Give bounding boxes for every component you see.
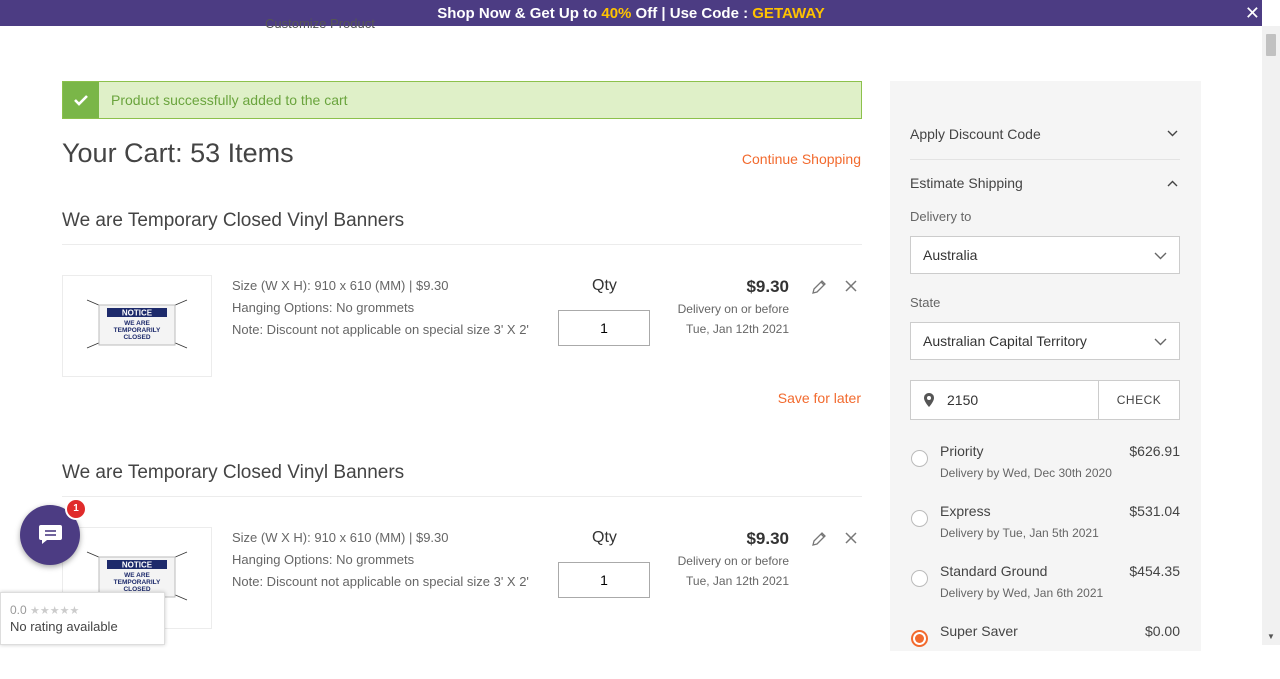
shipping-option-price: $531.04 [1129, 503, 1180, 519]
item-details: Size (W X H): 910 x 610 (MM) | $9.30 Han… [232, 527, 529, 593]
chevron-up-icon [1167, 180, 1178, 187]
quantity-input[interactable] [558, 310, 650, 346]
divider [910, 159, 1180, 160]
state-label: State [910, 295, 941, 310]
radio-button[interactable] [911, 450, 928, 467]
scrollbar[interactable]: ▼ [1262, 26, 1280, 645]
notification-badge: 1 [65, 498, 87, 520]
radio-button[interactable] [911, 570, 928, 587]
shipping-option-price: $454.35 [1129, 563, 1180, 579]
rating-widget[interactable]: 0.0 ★★★★★ No rating available [0, 592, 165, 645]
delivery-estimate: Delivery on or before Tue, Jan 12th 2021 [678, 299, 789, 339]
banner-line-2: TEMPORARILY [114, 579, 161, 586]
qty-label: Qty [592, 277, 617, 294]
delivery-estimate: Delivery on or before Tue, Jan 12th 2021 [678, 551, 789, 591]
delivery-date: Tue, Jan 12th 2021 [686, 322, 789, 336]
shipping-option[interactable]: Express $531.04 Delivery by Tue, Jan 5th… [910, 503, 1180, 559]
delivery-label: Delivery on or before [677, 302, 789, 316]
item-note: Note: Discount not applicable on special… [232, 322, 529, 337]
chevron-down-icon [1154, 338, 1167, 346]
state-select[interactable]: Australian Capital Territory [910, 322, 1180, 360]
banner-line-1: WE ARE [124, 572, 150, 579]
promo-text-before: Shop Now & Get Up to [437, 5, 602, 22]
success-alert: Product successfully added to the cart [62, 81, 862, 119]
check-button[interactable]: CHECK [1098, 380, 1180, 420]
shipping-option-price: $0.00 [1144, 623, 1180, 639]
promo-text-after: Off | Use Code : [631, 5, 753, 22]
estimate-shipping-label: Estimate Shipping [910, 175, 1023, 191]
country-value: Australia [923, 247, 978, 263]
banner-line-2: TEMPORARILY [114, 327, 161, 334]
radio-button-selected[interactable] [911, 630, 928, 647]
shipping-option-name: Super Saver [940, 623, 1018, 639]
banner-line-1: WE ARE [124, 320, 150, 327]
shipping-option-date: Delivery by Wed, Jan 6th 2021 [940, 586, 1104, 600]
divider [62, 496, 862, 497]
shipping-option-name: Priority [940, 443, 984, 459]
rating-value: 0.0 [10, 603, 27, 617]
zip-code-value: 2150 [947, 392, 979, 408]
pencil-icon[interactable] [810, 278, 828, 301]
apply-discount-toggle[interactable]: Apply Discount Code [910, 126, 1180, 142]
quantity-input[interactable] [558, 562, 650, 598]
checkmark-icon [63, 82, 99, 118]
banner-image: NOTICE WE ARE TEMPORARILY CLOSED [86, 299, 188, 349]
chevron-down-icon [1154, 252, 1167, 260]
item-title: We are Temporary Closed Vinyl Banners [62, 462, 405, 483]
cart-title: Your Cart: 53 Items [62, 138, 294, 168]
shipping-option-date: Delivery by Tue, Jan 5th 2021 [940, 526, 1099, 540]
shipping-option-price: $626.91 [1129, 443, 1180, 459]
star-icons: ★★★★★ [30, 605, 80, 617]
zip-code-field[interactable]: 2150 [910, 380, 1099, 420]
close-icon[interactable] [844, 531, 858, 550]
qty-label: Qty [592, 529, 617, 546]
shipping-option-date: Delivery by Wed, Dec 30th 2020 [940, 466, 1112, 480]
item-hanging-options: Hanging Options: No grommets [232, 552, 415, 567]
scroll-down-arrow-icon[interactable]: ▼ [1267, 632, 1275, 641]
promo-discount: 40% [601, 5, 632, 22]
delivery-label: Delivery on or before [677, 554, 789, 568]
promo-bar: Shop Now & Get Up to 40% Off | Use Code … [0, 0, 1262, 26]
chevron-down-icon [1167, 130, 1178, 137]
item-price: $9.30 [746, 529, 789, 548]
customize-product-link[interactable]: Customize Product [265, 16, 375, 31]
promo-code: GETAWAY [752, 5, 825, 22]
apply-discount-label: Apply Discount Code [910, 126, 1041, 142]
delivery-to-label: Delivery to [910, 209, 972, 224]
estimate-shipping-toggle[interactable]: Estimate Shipping [910, 175, 1180, 191]
order-summary-sidebar: Apply Discount Code Estimate Shipping De… [890, 81, 1201, 651]
radio-button[interactable] [911, 510, 928, 527]
shipping-option[interactable]: Super Saver $0.00 [910, 623, 1180, 679]
item-size: Size (W X H): 910 x 610 (MM) | $9.30 [232, 530, 449, 545]
banner-notice-text: NOTICE [122, 561, 153, 570]
shipping-option[interactable]: Priority $626.91 Delivery by Wed, Dec 30… [910, 443, 1180, 499]
chat-bubble-icon [39, 525, 62, 544]
item-details: Size (W X H): 910 x 610 (MM) | $9.30 Han… [232, 275, 529, 341]
alert-message: Product successfully added to the cart [111, 92, 348, 108]
map-pin-icon [924, 393, 934, 407]
rating-text: No rating available [10, 619, 118, 634]
continue-shopping-link[interactable]: Continue Shopping [742, 151, 861, 167]
pencil-icon[interactable] [810, 530, 828, 553]
close-icon[interactable]: ✕ [1245, 0, 1260, 27]
country-select[interactable]: Australia [910, 236, 1180, 274]
item-price: $9.30 [746, 277, 789, 296]
item-note: Note: Discount not applicable on special… [232, 574, 529, 589]
scrollbar-thumb[interactable] [1266, 34, 1276, 56]
shipping-option-name: Standard Ground [940, 563, 1048, 579]
item-title: We are Temporary Closed Vinyl Banners [62, 210, 405, 231]
divider [62, 244, 862, 245]
product-image[interactable]: NOTICE WE ARE TEMPORARILY CLOSED [62, 275, 212, 377]
delivery-date: Tue, Jan 12th 2021 [686, 574, 789, 588]
banner-line-3: CLOSED [123, 334, 150, 341]
banner-notice-text: NOTICE [122, 309, 153, 318]
state-value: Australian Capital Territory [923, 333, 1087, 349]
save-for-later-link[interactable]: Save for later [778, 390, 861, 406]
shipping-option-name: Express [940, 503, 991, 519]
shipping-option[interactable]: Standard Ground $454.35 Delivery by Wed,… [910, 563, 1180, 619]
item-size: Size (W X H): 910 x 610 (MM) | $9.30 [232, 278, 449, 293]
close-icon[interactable] [844, 279, 858, 298]
rating-score: 0.0 ★★★★★ [10, 603, 79, 617]
item-hanging-options: Hanging Options: No grommets [232, 300, 415, 315]
